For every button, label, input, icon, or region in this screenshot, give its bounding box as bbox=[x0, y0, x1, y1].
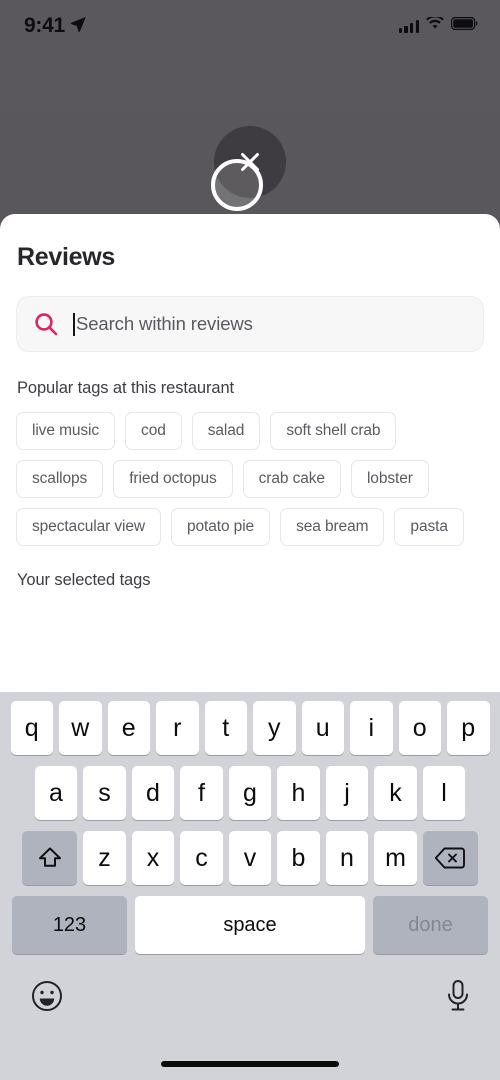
tag-chip[interactable]: crab cake bbox=[242, 460, 341, 498]
location-arrow-icon bbox=[70, 16, 86, 37]
popular-tags-label: Popular tags at this restaurant bbox=[17, 379, 235, 397]
popular-tags-list: live music cod salad soft shell crab scallop… bbox=[0, 398, 500, 546]
tag-chip[interactable]: cod bbox=[125, 412, 182, 450]
search-placeholder: Search within reviews bbox=[76, 313, 253, 334]
tag-chip[interactable]: soft shell crab bbox=[270, 412, 397, 450]
status-bar-right bbox=[398, 15, 478, 35]
tag-chip[interactable]: pasta bbox=[394, 508, 464, 546]
key-s[interactable]: s bbox=[83, 766, 126, 820]
key-k[interactable]: k bbox=[374, 766, 417, 820]
key-g[interactable]: g bbox=[228, 766, 272, 820]
status-bar: 9:41 bbox=[0, 0, 500, 52]
home-indicator bbox=[161, 1061, 339, 1067]
tag-chip[interactable]: potato pie bbox=[170, 508, 271, 546]
done-key[interactable]: done bbox=[373, 896, 488, 954]
status-bar-left: 9:41 bbox=[24, 14, 86, 38]
key-j[interactable]: j bbox=[325, 766, 369, 820]
tag-chip[interactable]: salad bbox=[191, 412, 261, 450]
key-q[interactable]: q bbox=[10, 701, 53, 755]
key-e[interactable]: e bbox=[107, 701, 150, 755]
keyboard-row-3: zxcvbnm bbox=[0, 831, 500, 885]
status-time: 9:41 bbox=[24, 14, 65, 37]
key-h[interactable]: h bbox=[277, 766, 320, 820]
emoji-smiley-icon[interactable] bbox=[30, 979, 64, 1018]
shift-key[interactable] bbox=[22, 831, 78, 885]
search-icon bbox=[33, 311, 59, 337]
key-o[interactable]: o bbox=[398, 701, 441, 755]
key-y[interactable]: y bbox=[253, 701, 296, 755]
touch-ring-indicator bbox=[211, 159, 263, 211]
on-screen-keyboard: qwertyuiop asdfghjkl zxcvbnm 123 space d… bbox=[0, 692, 500, 1080]
key-l[interactable]: l bbox=[422, 766, 466, 820]
key-v[interactable]: v bbox=[228, 831, 272, 885]
key-d[interactable]: d bbox=[131, 766, 175, 820]
page-title: Reviews bbox=[17, 243, 115, 271]
key-b[interactable]: b bbox=[277, 831, 320, 885]
key-u[interactable]: u bbox=[301, 701, 344, 755]
key-z[interactable]: z bbox=[83, 831, 126, 885]
battery-full-icon bbox=[451, 17, 478, 35]
keyboard-row-1: qwertyuiop bbox=[0, 701, 500, 755]
tag-chip[interactable]: live music bbox=[16, 412, 116, 450]
keyboard-row-4: 123 space done bbox=[0, 896, 500, 954]
keyboard-utility-row bbox=[0, 965, 500, 1018]
tag-chip[interactable]: fried octopus bbox=[113, 460, 233, 498]
keyboard-row-2: asdfghjkl bbox=[0, 766, 500, 820]
search-input[interactable]: Search within reviews bbox=[16, 296, 484, 352]
backspace-key[interactable] bbox=[422, 831, 478, 885]
tag-chip[interactable]: scallops bbox=[16, 460, 104, 498]
key-i[interactable]: i bbox=[350, 701, 393, 755]
tag-chip[interactable]: spectacular view bbox=[16, 508, 161, 546]
key-x[interactable]: x bbox=[131, 831, 175, 885]
backspace-delete-icon bbox=[435, 847, 466, 869]
key-m[interactable]: m bbox=[374, 831, 417, 885]
key-f[interactable]: f bbox=[180, 766, 223, 820]
key-n[interactable]: n bbox=[325, 831, 369, 885]
wifi-icon bbox=[426, 15, 444, 35]
space-key[interactable]: space bbox=[135, 896, 365, 954]
key-w[interactable]: w bbox=[59, 701, 102, 755]
text-cursor bbox=[73, 312, 75, 336]
shift-arrow-icon bbox=[38, 847, 61, 867]
tag-chip[interactable]: lobster bbox=[350, 460, 429, 498]
key-c[interactable]: c bbox=[180, 831, 223, 885]
key-t[interactable]: t bbox=[204, 701, 247, 755]
key-a[interactable]: a bbox=[34, 766, 78, 820]
key-r[interactable]: r bbox=[156, 701, 199, 755]
microphone-icon[interactable] bbox=[444, 979, 472, 1018]
numeric-key[interactable]: 123 bbox=[12, 896, 127, 954]
cellular-signal-icon bbox=[398, 19, 419, 33]
keyboard-letters-row-3: zxcvbnm bbox=[83, 831, 417, 885]
selected-tags-label: Your selected tags bbox=[17, 571, 151, 589]
key-p[interactable]: p bbox=[447, 701, 490, 755]
tag-chip[interactable]: sea bream bbox=[280, 508, 385, 546]
